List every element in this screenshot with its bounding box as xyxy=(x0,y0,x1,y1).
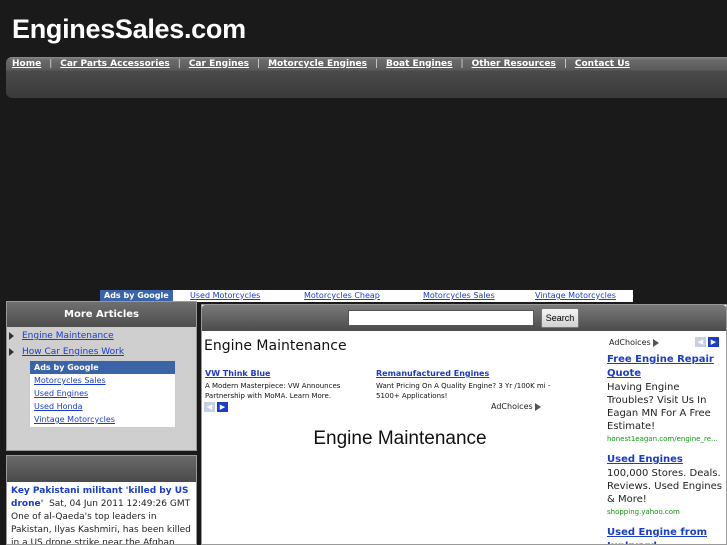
inline-ad-title[interactable]: VW Think Blue xyxy=(205,369,355,379)
news-panel-header xyxy=(7,456,196,482)
right-ad-url[interactable]: shopping.yahoo.com xyxy=(607,506,723,518)
sidebar-ad-link[interactable]: Used Honda xyxy=(30,400,175,413)
nav-separator: | xyxy=(460,58,464,69)
nav-link-boat-engines[interactable]: Boat Engines xyxy=(386,59,453,69)
nav-separator: | xyxy=(563,58,567,69)
site-title[interactable]: EnginesSales.com xyxy=(12,14,246,45)
sidebar-ad-link[interactable]: Motorcycles Sales xyxy=(30,374,175,387)
top-ad-link[interactable]: Used Motorcycles xyxy=(190,291,260,300)
right-ad-desc: 100,000 Stores. Deals. Reviews. Used Eng… xyxy=(607,468,722,505)
news-panel: Key Pakistani militant 'killed by US dro… xyxy=(6,455,197,545)
inline-ad: VW Think Blue A Modern Masterpiece: VW A… xyxy=(205,369,355,401)
arrow-right-icon xyxy=(9,348,14,356)
chevron-right-icon[interactable]: ▶ xyxy=(708,337,719,347)
inline-ad: Remanufactured Engines Want Pricing On A… xyxy=(376,369,556,401)
news-date: Sat, 04 Jun 2011 12:49:26 GMT xyxy=(49,499,191,509)
nav-separator: | xyxy=(374,58,378,69)
right-ad-url[interactable]: honest1eagan.com/engine_re... xyxy=(607,433,723,445)
right-ad-title[interactable]: Used Engine from Junkyard xyxy=(607,527,707,544)
right-ad-title[interactable]: Free Engine Repair Quote xyxy=(607,354,714,379)
adchoices-badge[interactable]: AdChoices xyxy=(609,338,659,347)
nav-link-car-parts-accessories[interactable]: Car Parts Accessories xyxy=(60,59,170,69)
search-button[interactable]: Search xyxy=(541,308,579,328)
right-ad-pager: ◀ ▶ xyxy=(695,337,719,347)
right-ad-desc: Having Engine Troubles? Visit Us In Eaga… xyxy=(607,382,711,432)
main-content: Search Engine Maintenance VW Think Blue … xyxy=(201,304,727,545)
nav-separator: | xyxy=(257,58,261,69)
sidebar-ad-link[interactable]: Used Engines xyxy=(30,387,175,400)
news-body-text: One of al-Qaeda's top leaders in Pakista… xyxy=(11,512,191,545)
inline-ad-title[interactable]: Remanufactured Engines xyxy=(376,369,556,379)
search-input[interactable] xyxy=(348,310,534,326)
sidebar-ad-link[interactable]: Vintage Motorcycles xyxy=(30,413,175,426)
main-navbar: Home | Car Parts Accessories | Car Engin… xyxy=(6,57,727,98)
nav-link-home[interactable]: Home xyxy=(12,59,41,69)
sidebar-heading: More Articles xyxy=(7,302,196,327)
adchoices-icon xyxy=(652,338,659,347)
sidebar-item-label[interactable]: How Car Engines Work xyxy=(22,347,124,357)
right-ad: Used Engine from Junkyard xyxy=(607,526,723,544)
chevron-left-icon[interactable]: ◀ xyxy=(204,402,215,412)
top-ad-link[interactable]: Motorcycles Sales xyxy=(423,291,495,300)
article-heading: Engine Maintenance xyxy=(313,428,487,449)
sidebar-item-how-car-engines-work[interactable]: How Car Engines Work xyxy=(9,347,124,357)
page-title: Engine Maintenance xyxy=(204,338,347,354)
adchoices-label: AdChoices xyxy=(609,338,651,347)
sidebar-ad-units: Ads by Google Motorcycles Sales Used Eng… xyxy=(29,360,176,428)
right-ad: Free Engine Repair Quote Having Engine T… xyxy=(607,353,723,445)
sidebar-item-engine-maintenance[interactable]: Engine Maintenance xyxy=(9,331,114,341)
inline-ad-desc: A Modern Masterpiece: VW Announces Partn… xyxy=(205,382,341,400)
news-item: Key Pakistani militant 'killed by US dro… xyxy=(7,482,196,545)
chevron-left-icon[interactable]: ◀ xyxy=(695,337,706,347)
chevron-right-icon[interactable]: ▶ xyxy=(217,402,228,412)
nav-link-other-resources[interactable]: Other Resources xyxy=(472,59,556,69)
adchoices-label: AdChoices xyxy=(491,402,533,411)
adchoices-badge[interactable]: AdChoices xyxy=(491,402,541,411)
nav-links: Home | Car Parts Accessories | Car Engin… xyxy=(12,57,630,70)
sidebar-item-label[interactable]: Engine Maintenance xyxy=(22,331,114,341)
arrow-right-icon xyxy=(9,332,14,340)
nav-link-car-engines[interactable]: Car Engines xyxy=(189,59,249,69)
inline-ad-pager: ◀ ▶ xyxy=(204,402,228,412)
top-ad-link[interactable]: Motorcycles Cheap xyxy=(304,291,380,300)
sidebar-more-articles: More Articles Engine Maintenance How Car… xyxy=(6,301,197,451)
ads-by-google-label[interactable]: Ads by Google xyxy=(30,361,175,374)
search-bar: Search xyxy=(202,305,726,331)
right-ad-column: Free Engine Repair Quote Having Engine T… xyxy=(607,353,723,544)
nav-link-contact-us[interactable]: Contact Us xyxy=(575,59,630,69)
inline-ad-desc: Want Pricing On A Quality Engine? 3 Yr /… xyxy=(376,382,551,400)
nav-separator: | xyxy=(49,58,53,69)
adchoices-icon xyxy=(534,402,541,411)
right-ad-title[interactable]: Used Engines xyxy=(607,454,683,465)
right-ad: Used Engines 100,000 Stores. Deals. Revi… xyxy=(607,453,723,518)
top-ad-link[interactable]: Vintage Motorcycles xyxy=(535,291,616,300)
nav-separator: | xyxy=(177,58,181,69)
nav-link-motorcycle-engines[interactable]: Motorcycle Engines xyxy=(268,59,367,69)
